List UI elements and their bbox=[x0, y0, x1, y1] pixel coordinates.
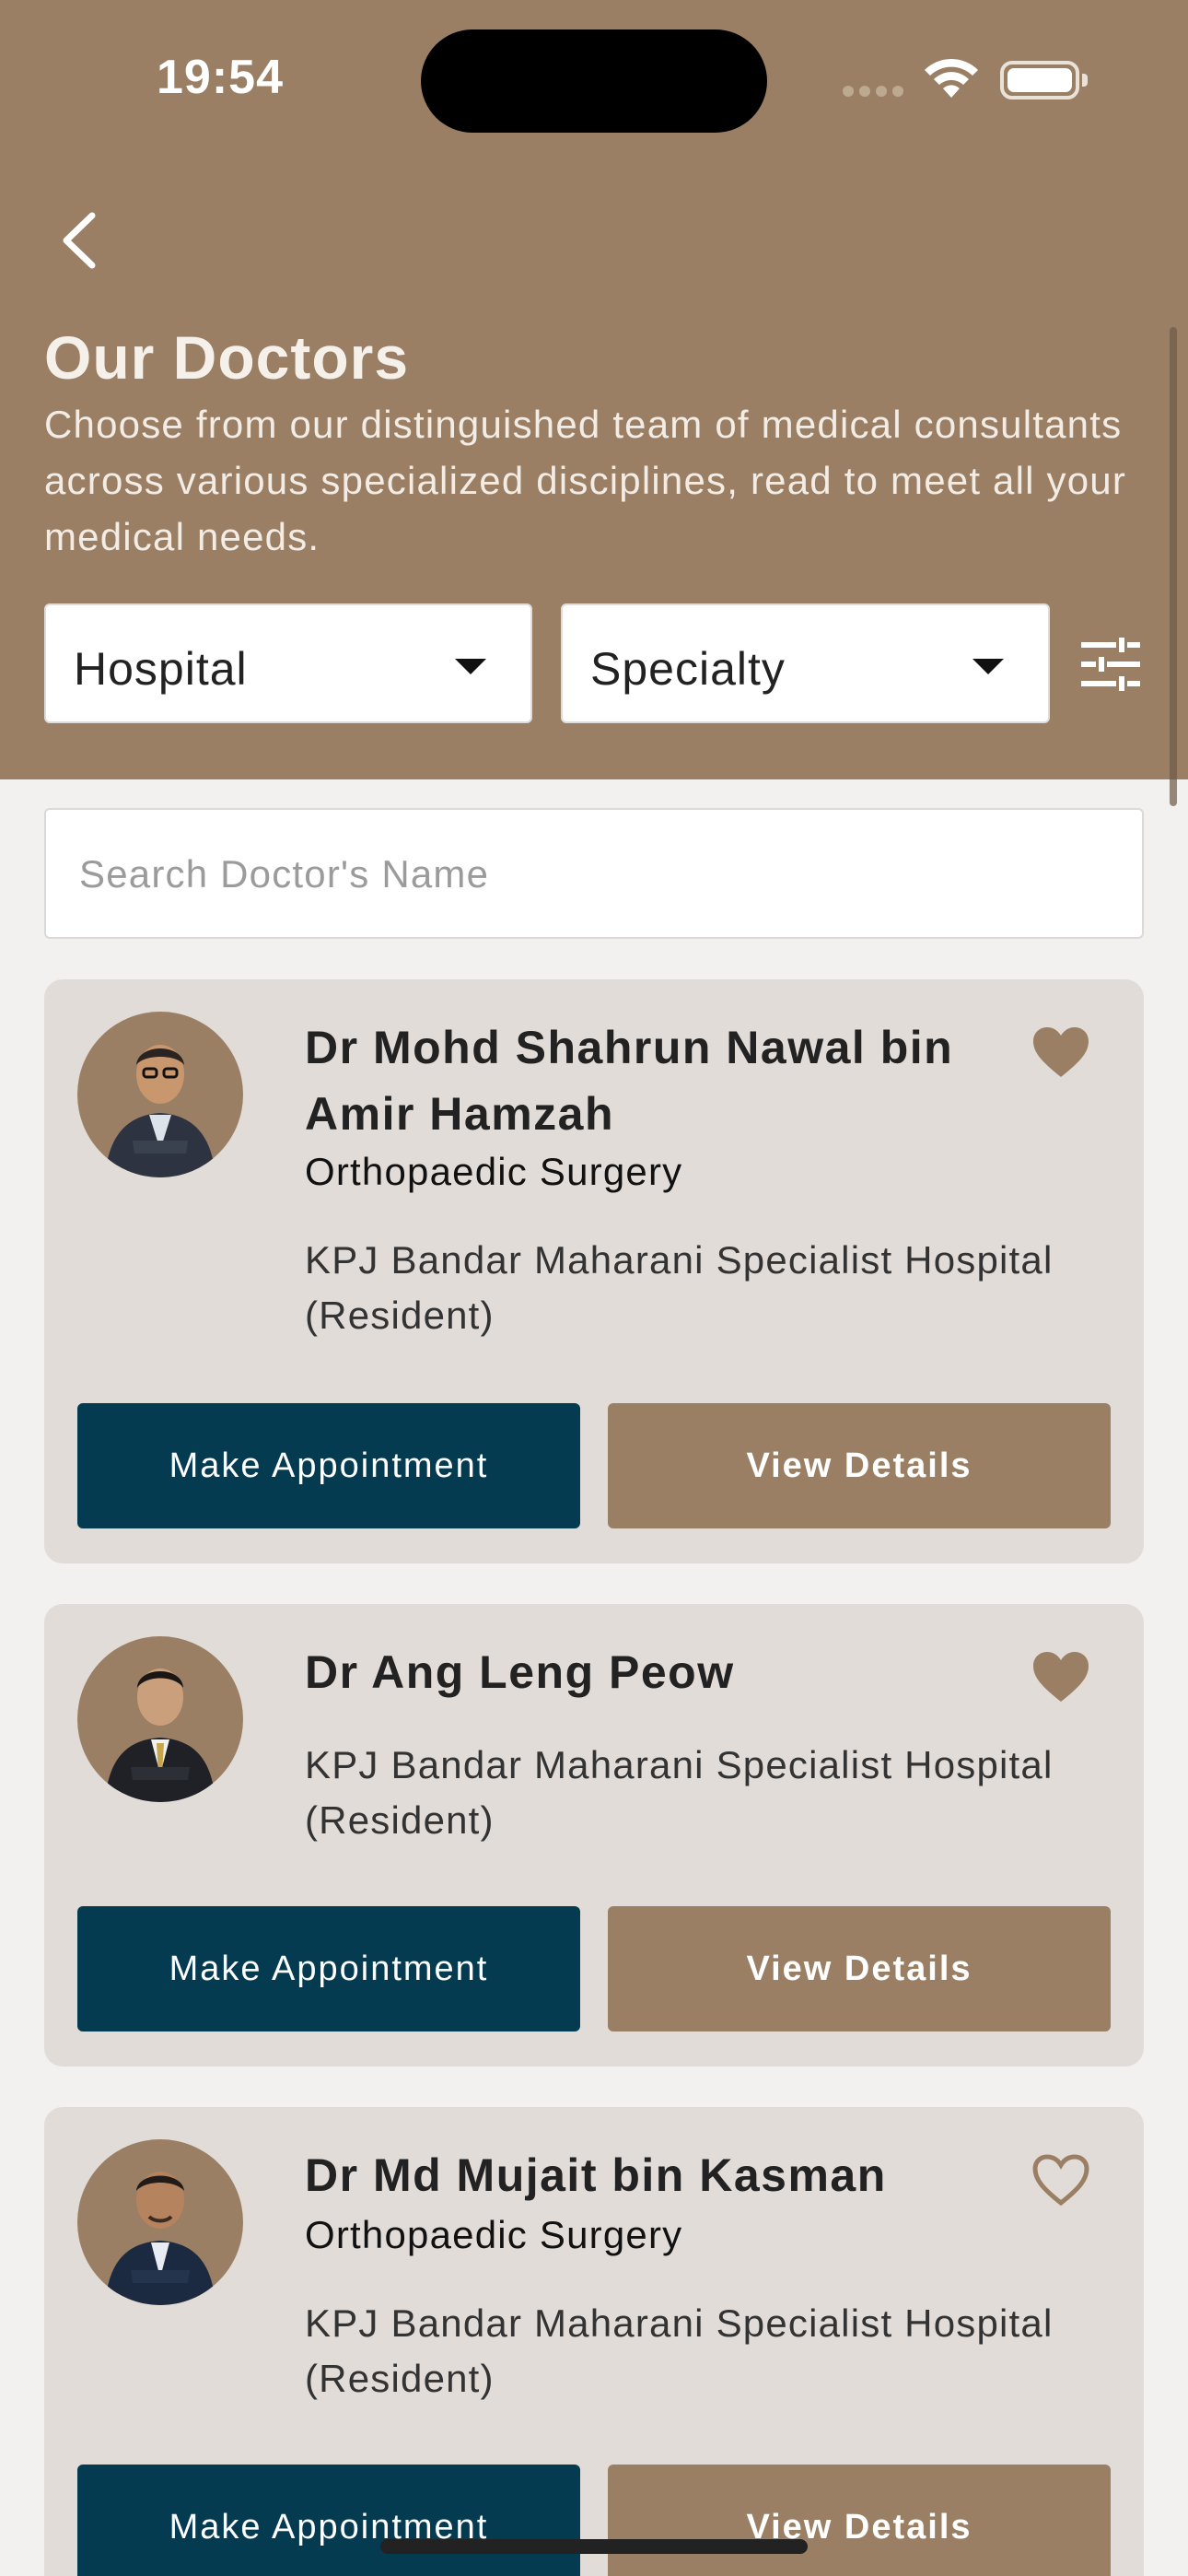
doctor-specialty: Orthopaedic Surgery bbox=[305, 1150, 683, 1193]
wifi-icon bbox=[925, 58, 978, 98]
hospital-dropdown[interactable]: Hospital bbox=[44, 603, 532, 723]
favorite-heart-icon[interactable] bbox=[1031, 1025, 1090, 1079]
search-placeholder: Search Doctor's Name bbox=[79, 852, 490, 896]
doctor-name: Dr Md Mujait bin Kasman bbox=[305, 2149, 887, 2201]
filter-sliders-icon[interactable] bbox=[1079, 636, 1142, 693]
favorite-heart-outline-icon[interactable] bbox=[1031, 2153, 1090, 2207]
favorite-heart-icon[interactable] bbox=[1031, 1650, 1090, 1704]
doctor-hospital: KPJ Bandar Maharani Specialist Hospital … bbox=[305, 1238, 1054, 1337]
doctor-hospital: KPJ Bandar Maharani Specialist Hospital … bbox=[305, 1743, 1054, 1842]
doctor-name: Dr Ang Leng Peow bbox=[305, 1646, 735, 1698]
home-indicator[interactable] bbox=[380, 2539, 808, 2554]
scrollbar[interactable] bbox=[1170, 327, 1177, 806]
hospital-dropdown-label: Hospital bbox=[74, 643, 248, 695]
doctor-specialty: Orthopaedic Surgery bbox=[305, 2213, 683, 2256]
caret-down-icon bbox=[455, 659, 486, 674]
dynamic-island bbox=[421, 29, 767, 133]
doctor-avatar bbox=[77, 1012, 243, 1177]
doctor-hospital: KPJ Bandar Maharani Specialist Hospital … bbox=[305, 2301, 1054, 2400]
search-input[interactable]: Search Doctor's Name bbox=[44, 808, 1144, 939]
doctor-avatar bbox=[77, 2139, 243, 2305]
back-arrow-icon[interactable] bbox=[52, 208, 107, 273]
doctor-card: Dr Mohd Shahrun Nawal bin Amir Hamzah Or… bbox=[44, 979, 1144, 1563]
doctor-avatar bbox=[77, 1636, 243, 1802]
status-time: 19:54 bbox=[157, 51, 284, 104]
view-details-button[interactable]: View Details bbox=[608, 1906, 1111, 2032]
make-appointment-button[interactable]: Make Appointment bbox=[77, 1403, 580, 1528]
specialty-dropdown[interactable]: Specialty bbox=[561, 603, 1050, 723]
specialty-dropdown-label: Specialty bbox=[590, 643, 786, 695]
page-description: Choose from our distinguished team of me… bbox=[44, 403, 1127, 558]
battery-icon bbox=[1000, 61, 1088, 100]
page-header: 19:54 Our Doctors Choose from our distin… bbox=[0, 0, 1188, 779]
cellular-signal-icon bbox=[843, 85, 909, 101]
doctor-name: Dr Mohd Shahrun Nawal bin Amir Hamzah bbox=[305, 1022, 954, 1140]
page-title: Our Doctors bbox=[44, 323, 410, 392]
view-details-button[interactable]: View Details bbox=[608, 1403, 1111, 1528]
doctor-card: Dr Md Mujait bin Kasman Orthopaedic Surg… bbox=[44, 2107, 1144, 2576]
make-appointment-button[interactable]: Make Appointment bbox=[77, 1906, 580, 2032]
view-details-button[interactable]: View Details bbox=[608, 2465, 1111, 2576]
doctor-card: Dr Ang Leng Peow KPJ Bandar Maharani Spe… bbox=[44, 1604, 1144, 2067]
make-appointment-button[interactable]: Make Appointment bbox=[77, 2465, 580, 2576]
caret-down-icon bbox=[973, 659, 1004, 674]
